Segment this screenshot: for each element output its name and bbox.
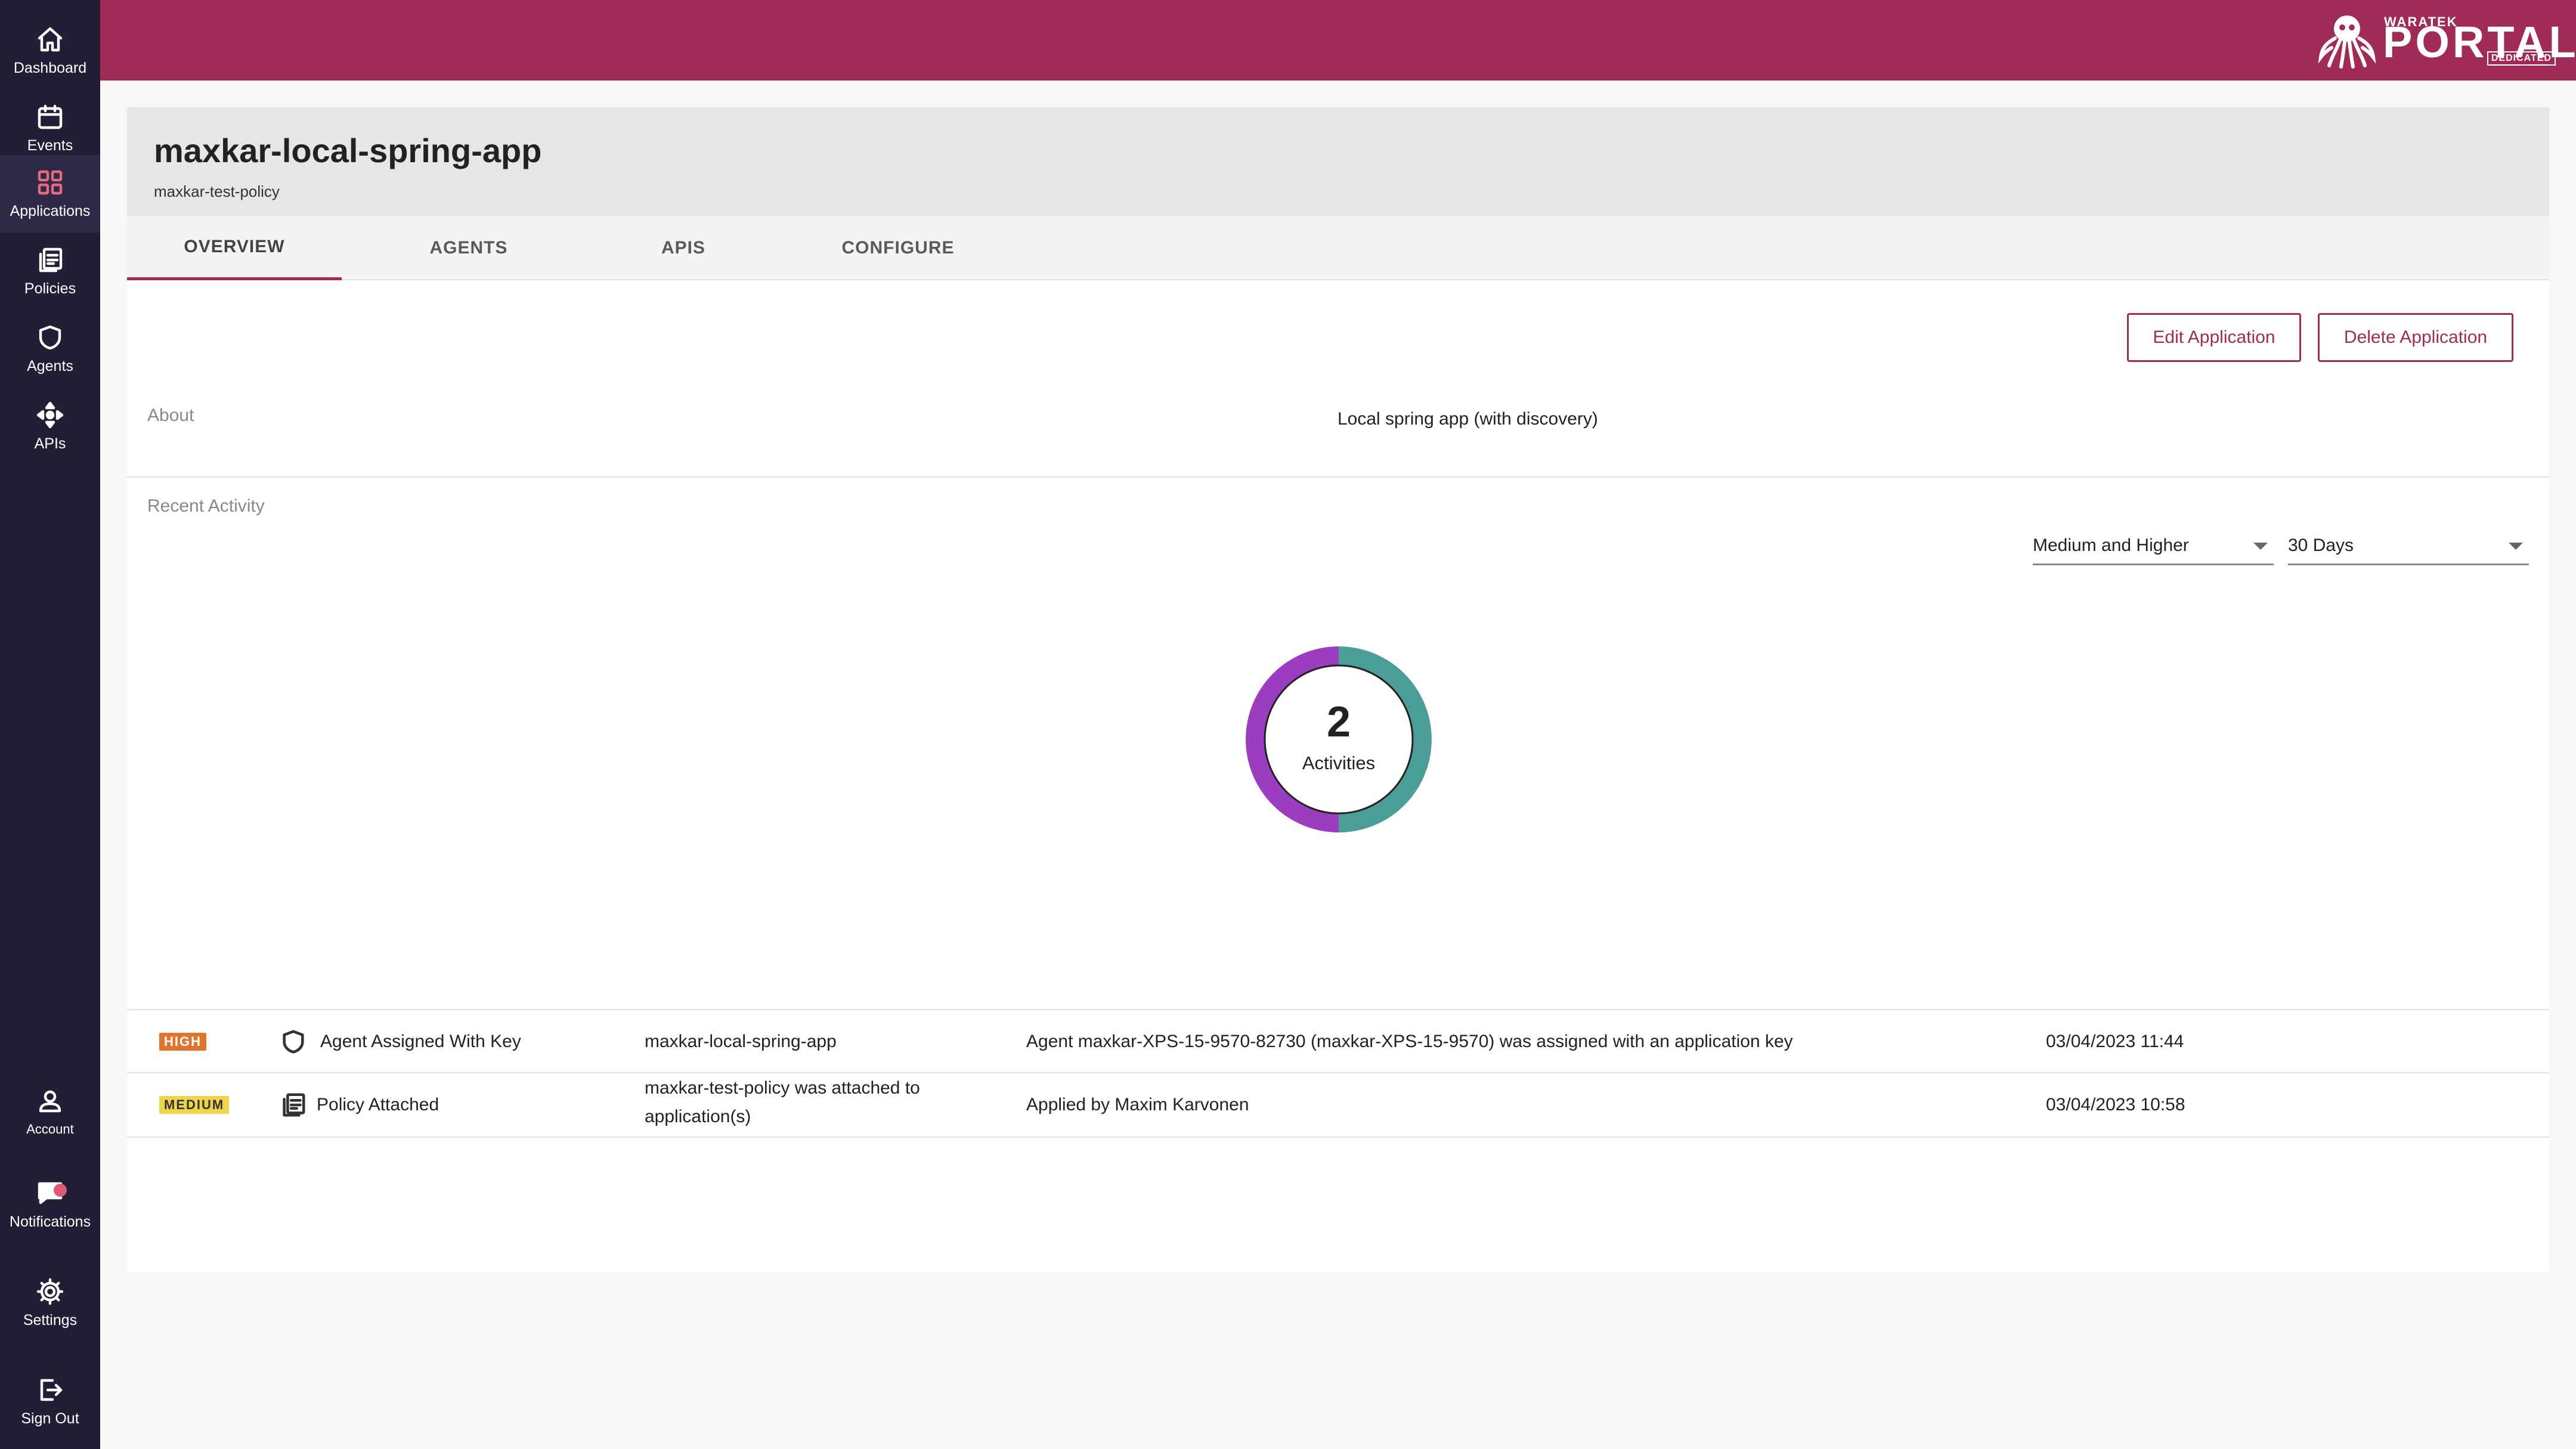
sidebar-item-apis[interactable]: APIs — [0, 388, 100, 465]
sidebar-item-label: Settings — [23, 1311, 78, 1329]
tab-configure[interactable]: CONFIGURE — [791, 216, 1005, 280]
delete-application-button[interactable]: Delete Application — [2318, 313, 2513, 362]
logo-text: WARATEK PORTAL DEDICATED — [2383, 12, 2576, 69]
activity-target-line1: maxkar-test-policy was attached to — [645, 1078, 920, 1098]
sidebar-item-sign-out[interactable]: Sign Out — [0, 1363, 100, 1440]
notification-dot — [54, 1184, 67, 1197]
about-label: About — [147, 405, 194, 425]
activity-donut-chart: 2 Activities — [1246, 646, 1432, 832]
period-select-value: 30 Days — [2288, 535, 2354, 555]
chevron-down-icon — [2253, 543, 2268, 550]
activity-target: maxkar-local-spring-app — [645, 1032, 837, 1051]
activity-target-line2: application(s) — [645, 1107, 751, 1126]
sidebar-item-label: Account — [26, 1122, 74, 1137]
sidebar-item-label: Policies — [24, 280, 76, 297]
sidebar-item-label: Dashboard — [13, 59, 87, 76]
severity-select[interactable]: Medium and Higher — [2033, 527, 2274, 565]
recent-activity-label: Recent Activity — [147, 496, 265, 516]
sidebar-item-label: APIs — [34, 435, 66, 452]
activity-count: 2 — [1327, 698, 1351, 746]
top-bar: WARATEK PORTAL DEDICATED — [100, 0, 2576, 80]
sidebar-item-applications[interactable]: Applications — [0, 155, 100, 233]
period-select[interactable]: 30 Days — [2288, 527, 2529, 565]
shield-icon — [280, 1028, 307, 1055]
tab-overview[interactable]: OVERVIEW — [127, 216, 342, 280]
activity-count-label: Activities — [1302, 753, 1375, 773]
severity-badge-high: HIGH — [159, 1033, 206, 1051]
sidebar-item-label: Notifications — [9, 1213, 91, 1230]
tab-apis[interactable]: APIS — [576, 216, 791, 280]
document-icon — [280, 1091, 307, 1119]
activity-description: Agent maxkar-XPS-15-9570-82730 (maxkar-X… — [1026, 1032, 1793, 1051]
sidebar-item-dashboard[interactable]: Dashboard — [0, 12, 100, 89]
edit-application-button[interactable]: Edit Application — [2127, 313, 2301, 362]
person-icon — [39, 1090, 61, 1113]
section-divider — [127, 476, 2549, 478]
sign-out-icon — [40, 1379, 63, 1401]
sidebar-item-label: Sign Out — [21, 1410, 79, 1427]
sidebar-item-label: Agents — [27, 357, 73, 374]
arrows-icon — [36, 401, 64, 428]
page-title: maxkar-local-spring-app — [154, 132, 542, 169]
severity-badge-medium: MEDIUM — [159, 1096, 230, 1114]
logo-edition: DEDICATED — [2487, 51, 2556, 66]
sidebar-item-label: Events — [27, 137, 73, 154]
activity-type: Policy Attached — [317, 1095, 439, 1114]
policy-subtitle: maxkar-test-policy — [154, 182, 280, 200]
sidebar-item-account[interactable]: Account — [0, 1073, 100, 1151]
activity-type: Agent Assigned With Key — [320, 1032, 521, 1051]
sidebar-item-policies[interactable]: Policies — [0, 233, 100, 310]
tab-bar: OVERVIEW AGENTS APIS CONFIGURE — [127, 216, 2549, 280]
chevron-down-icon — [2509, 543, 2523, 550]
sidebar-item-settings[interactable]: Settings — [0, 1264, 100, 1342]
calendar-icon — [38, 104, 63, 129]
activity-timestamp: 03/04/2023 11:44 — [2046, 1032, 2184, 1051]
activity-timestamp: 03/04/2023 10:58 — [2046, 1095, 2185, 1114]
activity-row[interactable]: HIGH Agent Assigned With Key maxkar-loca… — [127, 1009, 2549, 1073]
severity-select-value: Medium and Higher — [2033, 535, 2189, 555]
activity-row[interactable]: MEDIUM Policy Attached maxkar-test-polic… — [127, 1073, 2549, 1138]
gear-icon — [36, 1278, 64, 1305]
home-icon — [38, 27, 63, 51]
shield-icon — [39, 325, 61, 349]
sidebar-item-label: Applications — [10, 202, 91, 219]
waratek-logo[interactable]: WARATEK PORTAL DEDICATED — [2317, 11, 2576, 70]
grid-icon — [38, 170, 63, 194]
sidebar-item-notifications[interactable]: Notifications — [0, 1166, 100, 1243]
sidebar: Dashboard Events Applications Policies A… — [0, 0, 100, 1449]
tab-agents[interactable]: AGENTS — [361, 216, 576, 280]
application-header: maxkar-local-spring-app maxkar-test-poli… — [127, 107, 2549, 216]
about-value: Local spring app (with discovery) — [1337, 409, 1598, 429]
sidebar-item-agents[interactable]: Agents — [0, 310, 100, 388]
document-icon — [39, 247, 63, 272]
application-card: maxkar-local-spring-app maxkar-test-poli… — [127, 107, 2549, 1273]
activity-description: Applied by Maxim Karvonen — [1026, 1095, 1249, 1114]
octopus-logo-icon — [2318, 16, 2376, 69]
